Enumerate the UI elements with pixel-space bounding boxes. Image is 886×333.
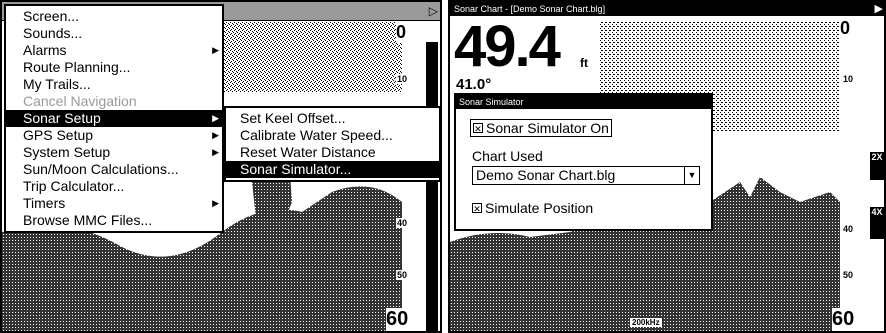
submenu-item-reset-water-distance[interactable]: Reset Water Distance (226, 144, 439, 161)
submenu-item-calibrate-water-speed[interactable]: Calibrate Water Speed... (226, 127, 439, 144)
sonar-simulator-on-checkbox[interactable]: ✕ Sonar Simulator On (470, 119, 612, 137)
menu-item-label: Screen... (23, 8, 80, 24)
menu-item-label: Browse MMC Files... (23, 212, 153, 228)
menu-item-label: Sun/Moon Calculations... (23, 161, 179, 177)
menu-item-label: Sonar Setup (23, 110, 101, 126)
submenu-arrow-icon: ▶ (212, 130, 219, 140)
zoom-2x-tag[interactable]: 2X (870, 152, 884, 180)
checkbox-label: Sonar Simulator On (486, 120, 609, 136)
dropdown-arrow-icon[interactable]: ▼ (684, 167, 699, 184)
menu-item-route-planning[interactable]: Route Planning... (6, 59, 222, 76)
depth-scale-tick: 10 (842, 74, 855, 84)
menu-item-sounds[interactable]: Sounds... (6, 25, 222, 42)
menu-item-cancel-navigation: Cancel Navigation (6, 93, 222, 110)
menu-item-gps-setup[interactable]: GPS Setup ▶ (6, 127, 222, 144)
menu-item-label: My Trails... (23, 76, 91, 92)
menu-item-label: Trip Calculator... (23, 178, 125, 194)
depth-scale-tick: 50 (842, 270, 855, 280)
menu-item-label: Timers (23, 195, 66, 211)
menu-item-label: Alarms (23, 42, 67, 58)
submenu-item-set-keel-offset[interactable]: Set Keel Offset... (226, 110, 439, 127)
sonar-setup-submenu: Set Keel Offset... Calibrate Water Speed… (224, 106, 440, 182)
depth-scale-top: 0 (396, 22, 407, 43)
select-value: Demo Sonar Chart.blg (476, 167, 616, 183)
submenu-item-sonar-simulator[interactable]: Sonar Simulator... (226, 161, 439, 178)
frequency-label: 200kHz (630, 318, 662, 327)
checkbox-checked-icon: ✕ (473, 123, 483, 134)
right-sonar-screen: Sonar Chart - [Demo Sonar Chart.blg] ▶ 4… (448, 0, 886, 333)
checkbox-checked-icon: ✕ (472, 203, 482, 214)
simulate-position-checkbox[interactable]: ✕ Simulate Position (472, 200, 593, 216)
submenu-arrow-icon: ▶ (212, 45, 219, 55)
submenu-arrow-icon: ▶ (212, 147, 219, 157)
depth-scale-tick: 10 (396, 74, 409, 84)
main-menu: Screen... Sounds... Alarms ▶ Route Planni… (4, 4, 224, 233)
digital-depth-readout: 49.4 (454, 14, 561, 79)
submenu-arrow-icon: ▶ (212, 198, 219, 208)
menu-item-label: Cancel Navigation (23, 93, 137, 109)
depth-scale-tick: 40 (396, 218, 409, 228)
depth-unit: ft (580, 56, 588, 70)
zoom-4x-tag[interactable]: 4X (870, 207, 884, 239)
window-title: Sonar Chart - [Demo Sonar Chart.blg] (454, 4, 606, 14)
sonar-simulator-dialog: Sonar Simulator ✕ Sonar Simulator On Cha… (454, 93, 713, 231)
chart-used-select[interactable]: Demo Sonar Chart.blg ▼ (472, 166, 700, 185)
chart-used-label: Chart Used (472, 148, 543, 164)
depth-scale-tick: 40 (842, 224, 855, 234)
checkbox-label: Simulate Position (485, 200, 594, 216)
menu-item-alarms[interactable]: Alarms ▶ (6, 42, 222, 59)
play-arrow-icon[interactable]: ▶ (875, 2, 883, 16)
menu-item-sonar-setup[interactable]: Sonar Setup ▶ (6, 110, 222, 127)
depth-scale-tick: 50 (396, 270, 409, 280)
menu-item-timers[interactable]: Timers ▶ (6, 195, 222, 212)
menu-item-label: Sounds... (23, 25, 83, 41)
depth-scale-bottom: 60 (832, 308, 855, 331)
dialog-title: Sonar Simulator (456, 95, 711, 109)
menu-item-label: System Setup (23, 144, 111, 160)
water-temperature: 41.0° (456, 76, 492, 93)
menu-item-label: GPS Setup (23, 127, 94, 143)
menu-item-my-trails[interactable]: My Trails... (6, 76, 222, 93)
depth-scale-bottom: 60 (386, 308, 409, 331)
menu-item-trip-calculator[interactable]: Trip Calculator... (6, 178, 222, 195)
menu-item-sun-moon[interactable]: Sun/Moon Calculations... (6, 161, 222, 178)
play-arrow-icon[interactable]: ▷ (429, 4, 438, 18)
depth-scale-top: 0 (840, 18, 851, 39)
left-sonar-screen: ▷ 0 10 40 50 60 Screen... Sounds... Alar… (0, 0, 442, 333)
menu-item-label: Route Planning... (23, 59, 131, 75)
menu-item-browse-mmc[interactable]: Browse MMC Files... (6, 212, 222, 229)
submenu-arrow-icon: ▶ (212, 113, 219, 123)
menu-item-system-setup[interactable]: System Setup ▶ (6, 144, 222, 161)
menu-item-screen[interactable]: Screen... (6, 8, 222, 25)
